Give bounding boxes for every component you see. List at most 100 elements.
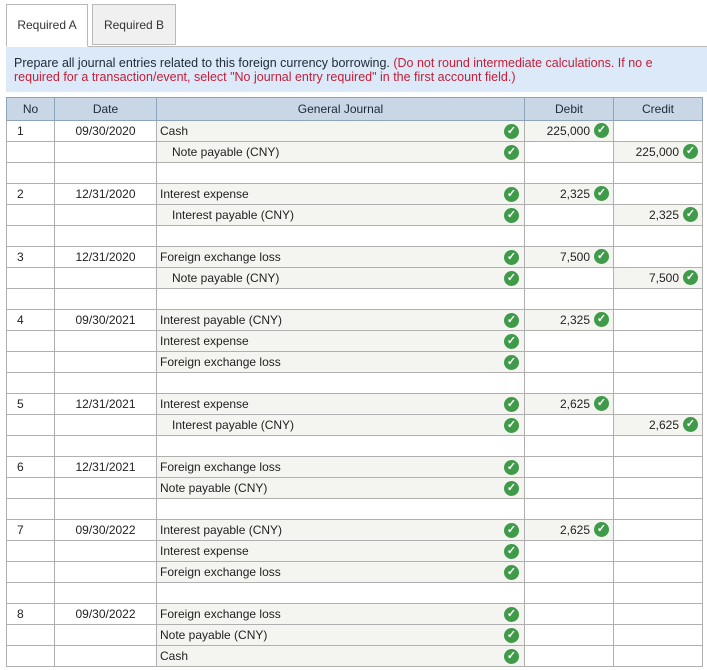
debit-field[interactable]: 2,625 ✓	[524, 519, 614, 541]
credit-field[interactable]	[613, 477, 703, 499]
spacer-row	[6, 225, 703, 247]
debit-field[interactable]	[524, 645, 614, 667]
credit-field[interactable]	[613, 519, 703, 541]
account-name: Interest payable (CNY)	[172, 418, 295, 432]
credit-field[interactable]: 2,625 ✓	[613, 414, 703, 436]
account-field[interactable]: Note payable (CNY) ✓	[156, 141, 525, 163]
account-field[interactable]: Foreign exchange loss ✓	[156, 561, 525, 583]
debit-field[interactable]	[524, 540, 614, 562]
entry-date[interactable]: 12/31/2020	[54, 246, 157, 268]
debit-field[interactable]	[524, 477, 614, 499]
credit-field[interactable]	[613, 645, 703, 667]
debit-field[interactable]: 7,500 ✓	[524, 246, 614, 268]
table-row: 8 09/30/2022 Foreign exchange loss ✓	[6, 603, 703, 625]
credit-field[interactable]	[613, 540, 703, 562]
account-name: Interest payable (CNY)	[172, 208, 295, 222]
debit-field[interactable]	[524, 414, 614, 436]
credit-field[interactable]	[613, 246, 703, 268]
account-field[interactable]: Cash ✓	[156, 120, 525, 142]
account-field[interactable]: Note payable (CNY) ✓	[156, 267, 525, 289]
credit-field[interactable]: 2,325 ✓	[613, 204, 703, 226]
spacer-row	[6, 582, 703, 604]
debit-field[interactable]	[524, 624, 614, 646]
account-name: Foreign exchange loss	[160, 460, 281, 474]
credit-field[interactable]	[613, 183, 703, 205]
entry-date[interactable]: 09/30/2022	[54, 603, 157, 625]
credit-field[interactable]: 7,500 ✓	[613, 267, 703, 289]
entry-number	[6, 540, 55, 562]
entry-date[interactable]: 09/30/2020	[54, 120, 157, 142]
credit-field[interactable]	[613, 330, 703, 352]
check-circle-icon: ✓	[504, 523, 519, 538]
header-date: Date	[54, 97, 157, 121]
account-field[interactable]: Interest expense ✓	[156, 183, 525, 205]
entry-number: 4	[6, 309, 55, 331]
credit-field[interactable]	[613, 603, 703, 625]
account-field[interactable]: Interest payable (CNY) ✓	[156, 519, 525, 541]
account-field[interactable]: Foreign exchange loss ✓	[156, 246, 525, 268]
empty-cell	[524, 162, 614, 184]
table-row: 6 12/31/2021 Foreign exchange loss ✓	[6, 456, 703, 478]
debit-field[interactable]	[524, 267, 614, 289]
debit-field[interactable]	[524, 603, 614, 625]
empty-cell	[156, 372, 525, 394]
credit-field[interactable]: 225,000 ✓	[613, 141, 703, 163]
account-name: Foreign exchange loss	[160, 607, 281, 621]
credit-field[interactable]	[613, 120, 703, 142]
credit-field[interactable]	[613, 309, 703, 331]
account-field[interactable]: Interest expense ✓	[156, 393, 525, 415]
table-row: Interest payable (CNY) ✓ 2,325 ✓	[6, 204, 703, 226]
journal-table: No Date General Journal Debit Credit 1 09…	[6, 97, 703, 667]
account-name: Note payable (CNY)	[160, 628, 268, 642]
account-field[interactable]: Foreign exchange loss ✓	[156, 351, 525, 373]
account-field[interactable]: Note payable (CNY) ✓	[156, 624, 525, 646]
account-field[interactable]: Foreign exchange loss ✓	[156, 456, 525, 478]
debit-field[interactable]	[524, 141, 614, 163]
credit-field[interactable]	[613, 351, 703, 373]
header-credit: Credit	[613, 97, 703, 121]
account-field[interactable]: Interest expense ✓	[156, 540, 525, 562]
entry-date[interactable]: 12/31/2021	[54, 456, 157, 478]
debit-field[interactable]: 2,325 ✓	[524, 309, 614, 331]
check-circle-icon: ✓	[594, 123, 609, 139]
debit-amount: 2,625	[559, 396, 590, 411]
entry-date	[54, 645, 157, 667]
debit-field[interactable]	[524, 561, 614, 583]
credit-field[interactable]	[613, 561, 703, 583]
debit-field[interactable]	[524, 351, 614, 373]
table-row: Note payable (CNY) ✓ 225,000 ✓	[6, 141, 703, 163]
account-field[interactable]: Interest payable (CNY) ✓	[156, 309, 525, 331]
entry-date[interactable]: 12/31/2021	[54, 393, 157, 415]
debit-field[interactable]: 2,625 ✓	[524, 393, 614, 415]
debit-amount: 2,325	[559, 312, 590, 327]
check-circle-icon: ✓	[504, 250, 519, 265]
empty-cell	[156, 162, 525, 184]
debit-field[interactable]	[524, 456, 614, 478]
empty-cell	[524, 498, 614, 520]
credit-field[interactable]	[613, 456, 703, 478]
tab-required-b[interactable]: Required B	[92, 4, 176, 45]
account-field[interactable]: Interest payable (CNY) ✓	[156, 204, 525, 226]
credit-amount: 225,000	[635, 144, 679, 159]
debit-field[interactable]: 225,000 ✓	[524, 120, 614, 142]
check-circle-icon: ✓	[504, 355, 519, 370]
debit-field[interactable]	[524, 330, 614, 352]
table-row: Interest expense ✓	[6, 540, 703, 562]
entry-date[interactable]: 12/31/2020	[54, 183, 157, 205]
account-field[interactable]: Interest expense ✓	[156, 330, 525, 352]
debit-field[interactable]	[524, 204, 614, 226]
account-field[interactable]: Note payable (CNY) ✓	[156, 477, 525, 499]
empty-cell	[156, 582, 525, 604]
account-name: Cash	[160, 649, 189, 663]
debit-amount: 7,500	[559, 249, 590, 264]
account-name: Note payable (CNY)	[172, 145, 280, 159]
entry-date[interactable]: 09/30/2021	[54, 309, 157, 331]
credit-field[interactable]	[613, 624, 703, 646]
account-field[interactable]: Foreign exchange loss ✓	[156, 603, 525, 625]
account-field[interactable]: Cash ✓	[156, 645, 525, 667]
credit-field[interactable]	[613, 393, 703, 415]
entry-date[interactable]: 09/30/2022	[54, 519, 157, 541]
debit-field[interactable]: 2,325 ✓	[524, 183, 614, 205]
account-field[interactable]: Interest payable (CNY) ✓	[156, 414, 525, 436]
tab-required-a[interactable]: Required A	[6, 4, 88, 47]
